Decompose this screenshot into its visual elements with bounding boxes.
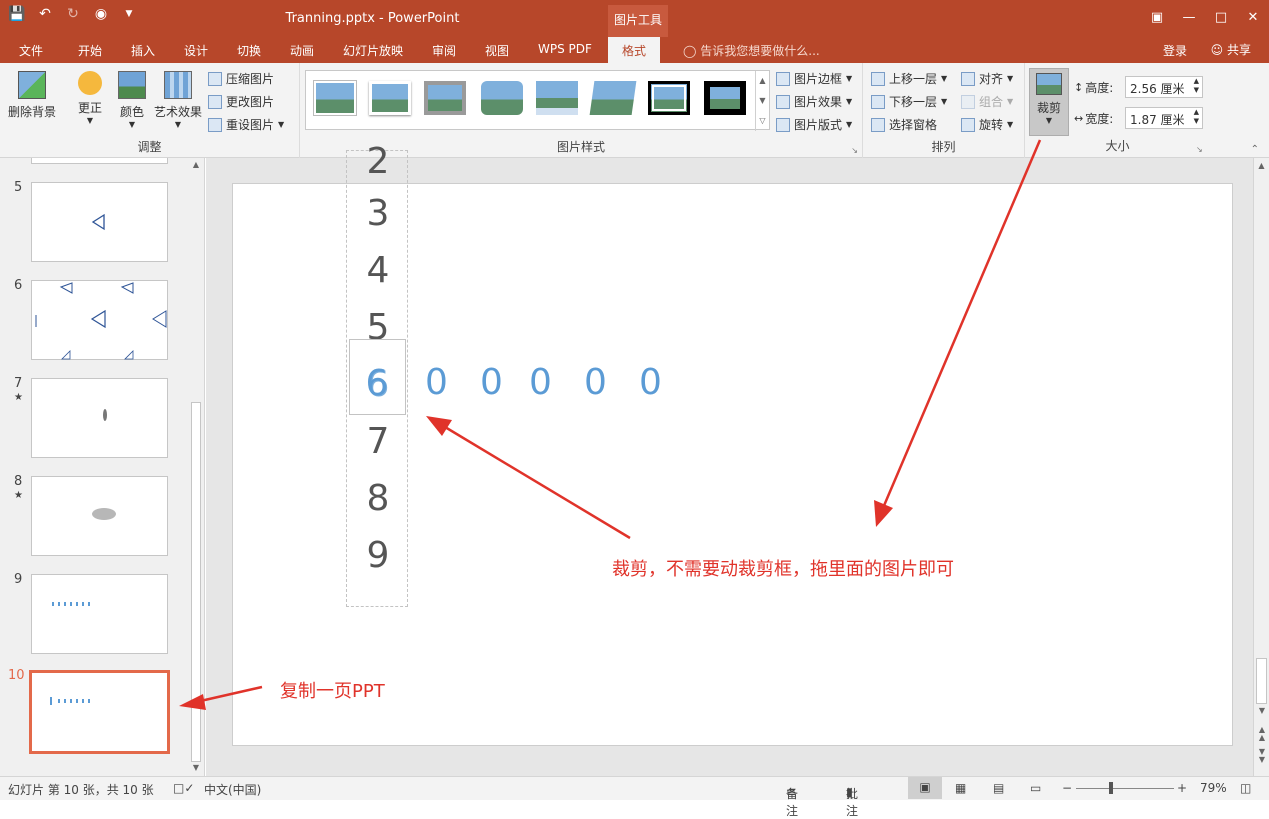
status-bar: 幻灯片 第 10 张，共 10 张 □✓ 中文(中国) ≡ 备注 ▮ 批注 ▣ … [0, 776, 1269, 818]
slide-sorter-view-icon[interactable]: ▦ [955, 781, 966, 795]
zoom-level[interactable]: 79% [1200, 781, 1227, 795]
zoom-slider[interactable] [1076, 788, 1174, 789]
slide-count-status: 幻灯片 第 10 张，共 10 张 [8, 783, 154, 797]
arrowhead [179, 694, 206, 710]
zoom-in-icon[interactable]: + [1177, 781, 1187, 795]
scroll-up-icon[interactable]: ▲ [1254, 161, 1269, 170]
arrow-to-slide-10 [195, 685, 263, 704]
spellcheck-icon[interactable]: □✓ [173, 781, 194, 795]
arrowhead [874, 500, 893, 527]
arrowhead [426, 416, 452, 436]
next-slide-icon[interactable]: ▼ ▼ [1254, 748, 1269, 764]
annotation-arrows [179, 139, 1042, 710]
slideshow-view-icon[interactable]: ▭ [1030, 781, 1041, 795]
zoom-slider-thumb[interactable] [1109, 782, 1113, 794]
language-status[interactable]: 中文(中国) [204, 781, 261, 798]
previous-slide-icon[interactable]: ▲ ▲ [1254, 726, 1269, 742]
arrow-to-crop-frame [439, 422, 631, 540]
normal-view-button[interactable]: ▣ [908, 777, 942, 799]
arrow-to-crop-button [881, 139, 1042, 509]
scroll-down-icon[interactable]: ▼ [1254, 706, 1269, 715]
reading-view-icon[interactable]: ▤ [993, 781, 1004, 795]
comments-label: 批注 [846, 787, 859, 818]
notes-label: 备注 [786, 787, 799, 818]
zoom-out-icon[interactable]: − [1062, 781, 1072, 795]
crop-instruction-annotation: 裁剪，不需要动裁剪框，拖里面的图片即可 [612, 559, 954, 580]
canvas-scrollbar[interactable]: ▲ ▼ ▲ ▲ ▼ ▼ [1253, 158, 1269, 776]
fit-to-window-icon[interactable]: ◫ [1240, 781, 1251, 795]
copy-slide-annotation: 复制一页PPT [280, 681, 385, 702]
scroll-thumb[interactable] [1256, 658, 1267, 704]
